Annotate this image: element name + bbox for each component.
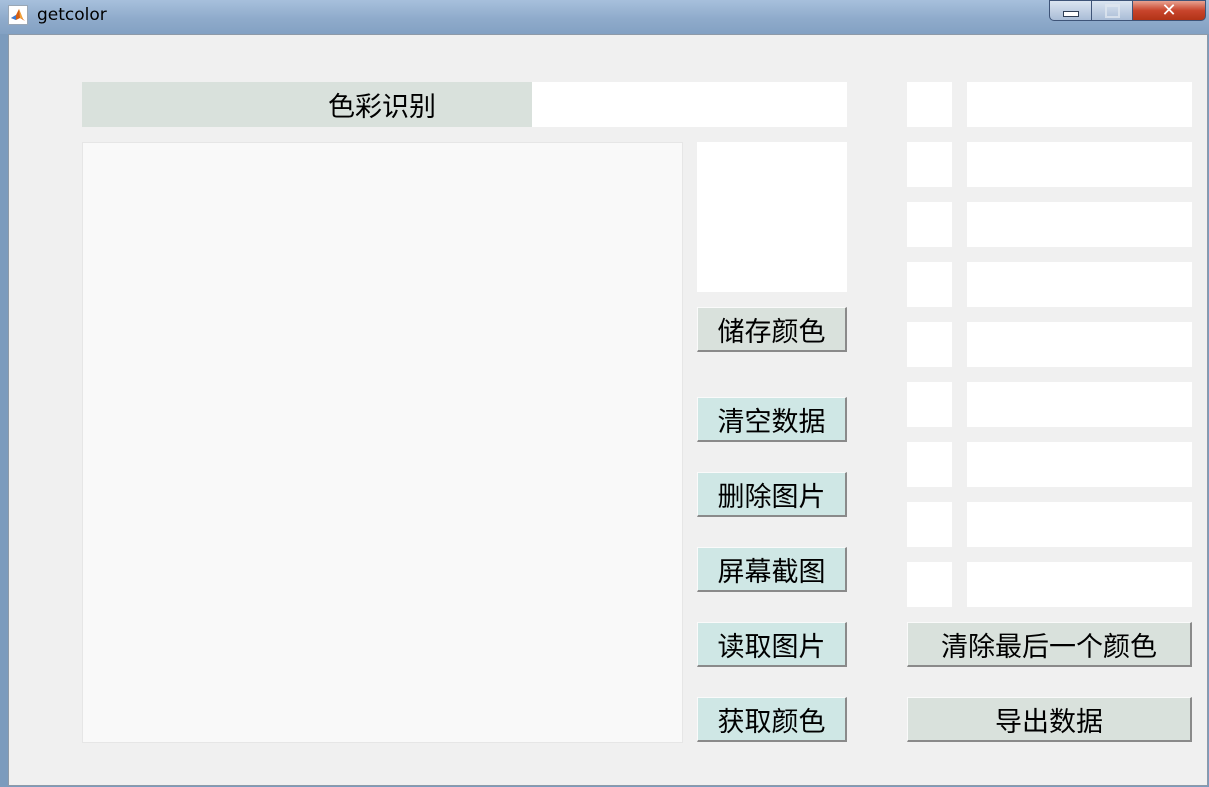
- clear-last-color-button[interactable]: 清除最后一个颜色: [907, 622, 1192, 667]
- maximize-button[interactable]: [1092, 0, 1133, 21]
- read-image-button[interactable]: 读取图片: [697, 622, 847, 667]
- save-color-button[interactable]: 储存颜色: [697, 307, 847, 352]
- get-color-button[interactable]: 获取颜色: [697, 697, 847, 742]
- color-swatch-7: [907, 442, 952, 487]
- color-swatch-9: [907, 562, 952, 607]
- figure-panel: 色彩识别 储存颜色 清空数据 删除图片 屏幕截图 读取图片 获取颜色 清除最后一…: [8, 34, 1208, 786]
- clear-data-button[interactable]: 清空数据: [697, 397, 847, 442]
- close-button[interactable]: ✕: [1133, 0, 1206, 21]
- color-swatch-3: [907, 202, 952, 247]
- delete-image-button[interactable]: 删除图片: [697, 472, 847, 517]
- color-value-field-6[interactable]: [967, 382, 1192, 427]
- color-value-field-1[interactable]: [967, 82, 1192, 127]
- minimize-icon: [1062, 10, 1079, 17]
- color-recognition-label: 色彩识别: [82, 82, 532, 127]
- header-value-field[interactable]: [532, 82, 847, 127]
- image-display-area[interactable]: [82, 142, 683, 743]
- color-swatch-2: [907, 142, 952, 187]
- title-bar: getcolor ✕: [0, 0, 1209, 34]
- color-value-field-8[interactable]: [967, 502, 1192, 547]
- color-value-field-2[interactable]: [967, 142, 1192, 187]
- color-swatch-4: [907, 262, 952, 307]
- matlab-logo-icon: [8, 5, 28, 25]
- color-value-field-7[interactable]: [967, 442, 1192, 487]
- close-icon: ✕: [1161, 0, 1177, 21]
- color-swatch-5: [907, 322, 952, 367]
- color-value-field-3[interactable]: [967, 202, 1192, 247]
- window-title: getcolor: [37, 5, 107, 25]
- color-swatch-1: [907, 82, 952, 127]
- screenshot-button[interactable]: 屏幕截图: [697, 547, 847, 592]
- maximize-icon: [1104, 3, 1120, 18]
- color-value-field-5[interactable]: [967, 322, 1192, 367]
- color-swatch-8: [907, 502, 952, 547]
- color-preview-swatch: [697, 142, 847, 292]
- color-swatch-6: [907, 382, 952, 427]
- minimize-button[interactable]: [1049, 0, 1092, 21]
- window-controls: ✕: [1049, 0, 1206, 21]
- color-value-field-9[interactable]: [967, 562, 1192, 607]
- export-data-button[interactable]: 导出数据: [907, 697, 1192, 742]
- color-value-field-4[interactable]: [967, 262, 1192, 307]
